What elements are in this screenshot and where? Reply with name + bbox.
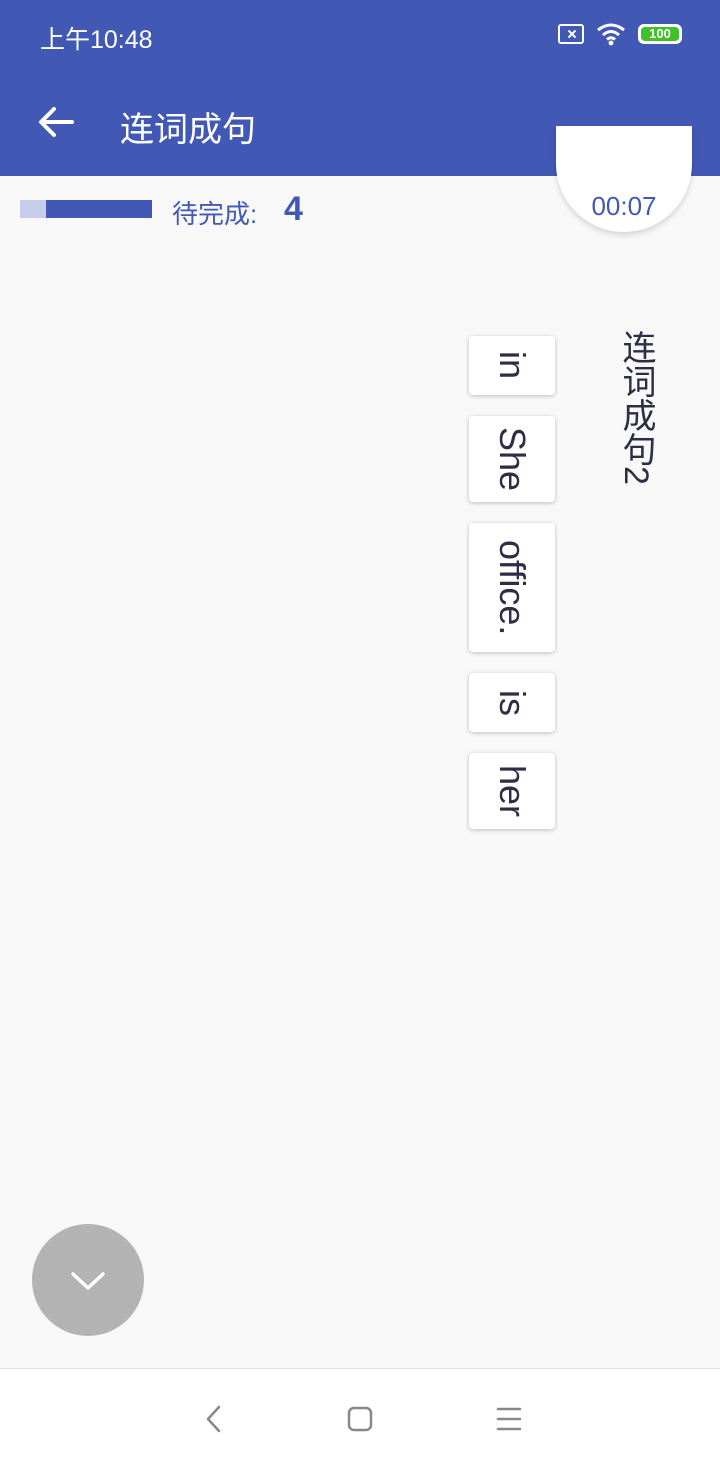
screen: 上午10:48 100 连词成句 待完成: 4 00:07 连词成句2 in S…: [0, 0, 720, 1464]
word-text: in: [492, 351, 533, 380]
timer-text: 00:07: [591, 191, 657, 221]
pending-count: 4: [284, 190, 303, 228]
sim-error-icon: [558, 24, 584, 44]
status-bar: 上午10:48 100: [0, 0, 720, 70]
page-title: 连词成句: [120, 111, 256, 149]
status-icons: 100: [558, 22, 682, 46]
nav-home-button[interactable]: [340, 1399, 380, 1439]
question-title: 连词成句2: [617, 330, 655, 485]
word-text: is: [492, 689, 533, 716]
nav-back-icon: [206, 1405, 221, 1433]
nav-back-button[interactable]: [194, 1399, 234, 1439]
timer-badge: 00:07: [556, 126, 692, 232]
pending-label: 待完成:: [172, 199, 258, 229]
word-text: She: [492, 426, 533, 492]
wifi-icon: [597, 23, 625, 46]
battery-icon: 100: [638, 24, 682, 44]
word-text: office.: [492, 539, 533, 636]
word-card-is[interactable]: is: [469, 673, 555, 732]
battery-level: 100: [641, 27, 679, 41]
nav-menu-button[interactable]: [489, 1399, 529, 1439]
back-button[interactable]: [34, 100, 78, 144]
system-nav-bar: [0, 1368, 720, 1464]
word-card-office[interactable]: office.: [469, 523, 555, 652]
arrow-left-icon: [39, 107, 74, 137]
word-card-she[interactable]: She: [469, 416, 555, 502]
progress-done: [20, 200, 47, 218]
word-card-her[interactable]: her: [469, 753, 555, 829]
nav-home-icon: [347, 1406, 373, 1432]
chevron-down-icon: [71, 1272, 105, 1290]
collapse-button[interactable]: [32, 1224, 144, 1336]
word-card-in[interactable]: in: [469, 336, 555, 395]
word-text: her: [492, 764, 533, 818]
status-time: 上午10:48: [40, 26, 153, 54]
progress-bar: [20, 200, 152, 218]
nav-menu-icon: [496, 1407, 522, 1431]
